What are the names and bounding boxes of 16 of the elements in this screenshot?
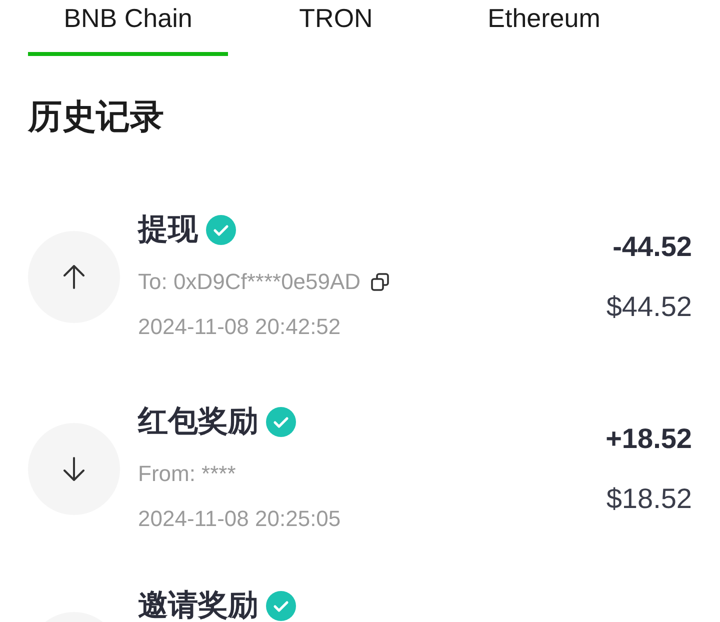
transaction-title: 提现: [138, 213, 198, 247]
transaction-time: 2024-11-08 20:25:05: [138, 505, 341, 533]
transaction-time: 2024-11-08 20:42:52: [138, 313, 341, 341]
usd-value: $44.52: [606, 290, 692, 324]
chain-tab[interactable]: TRON: [236, 0, 436, 56]
chain-tab[interactable]: BNB Chain: [28, 0, 228, 56]
token-amount: -44.52: [612, 230, 692, 264]
usd-value: $18.52: [606, 482, 692, 516]
chain-tab[interactable]: Ethereum: [444, 0, 644, 56]
transaction-title: 红包奖励: [138, 405, 258, 439]
copy-icon[interactable]: [370, 273, 389, 291]
section-title: 历史记录: [28, 97, 164, 138]
transaction-title: 邀请奖励: [138, 591, 258, 621]
counterparty-address: To: 0xD9Cf****0e59AD: [138, 268, 361, 296]
counterparty-address: From: ****: [138, 460, 236, 488]
token-amount: +18.52: [606, 422, 692, 456]
